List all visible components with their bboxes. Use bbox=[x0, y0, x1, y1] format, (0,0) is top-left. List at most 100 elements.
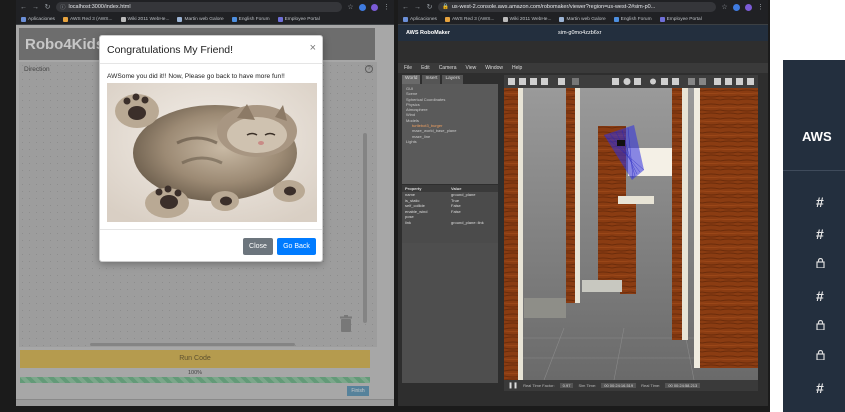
robomaker-page: AWS RoboMaker sim-g0mo4zzb6xr File Edit … bbox=[398, 25, 768, 406]
bookmark-aws[interactable]: AWS Red 3 (AWS... bbox=[444, 16, 495, 22]
bookmark-favicon-icon bbox=[613, 16, 619, 22]
mid-toolbar: ← → ↻ 🔒 us-west-2.console.aws.amazon.com… bbox=[398, 0, 768, 14]
profile-avatar[interactable] bbox=[745, 3, 752, 11]
menu-edit[interactable]: Edit bbox=[421, 65, 430, 71]
pause-icon[interactable]: ❚❚ bbox=[508, 382, 518, 389]
sphere-shape-icon bbox=[623, 78, 631, 85]
close-icon[interactable]: × bbox=[310, 42, 316, 54]
bookmark-employee[interactable]: Employee Portal bbox=[277, 16, 320, 22]
bookmark-favicon-icon bbox=[559, 16, 565, 22]
divider bbox=[783, 170, 845, 171]
close-button[interactable]: Close bbox=[243, 238, 273, 255]
forward-icon[interactable]: → bbox=[32, 4, 39, 11]
bookmark-favicon-icon bbox=[502, 16, 508, 22]
bookmark-wiki[interactable]: Wiki 2011 WebHe... bbox=[502, 16, 551, 22]
modal-header: Congratulations My Friend! × bbox=[100, 36, 322, 64]
back-icon[interactable]: ← bbox=[402, 4, 409, 11]
menu-view[interactable]: View bbox=[465, 65, 476, 71]
congrats-modal: Congratulations My Friend! × AWSome you … bbox=[99, 35, 323, 262]
extension-icon[interactable] bbox=[733, 3, 740, 11]
address-text: localhost:3000/index.html bbox=[68, 4, 131, 10]
gazebo-status-bar: ❚❚ Real Time Factor: 0.97 Sim Time: 00 0… bbox=[504, 380, 758, 391]
reload-icon[interactable]: ↻ bbox=[44, 4, 51, 11]
property-row[interactable]: link ground_plane::link bbox=[402, 220, 498, 226]
rtf-value: 0.97 bbox=[559, 383, 574, 388]
channel-hash-icon[interactable]: # bbox=[816, 194, 824, 210]
simulation-id: sim-g0mo4zzb6xr bbox=[558, 30, 602, 36]
menu-help[interactable]: Help bbox=[512, 65, 522, 71]
reload-icon[interactable]: ↻ bbox=[426, 4, 433, 11]
extension-icon[interactable] bbox=[359, 3, 366, 11]
gazebo-toolbar bbox=[504, 75, 758, 88]
kitten-image bbox=[107, 83, 317, 222]
bookmark-english[interactable]: English Forum bbox=[231, 16, 270, 22]
audio-icon bbox=[736, 78, 743, 85]
go-back-button[interactable]: Go Back bbox=[277, 238, 316, 255]
channel-hash-icon[interactable]: # bbox=[816, 380, 824, 396]
simulation-viewport[interactable] bbox=[504, 88, 758, 380]
address-text: us-west-2.console.aws.amazon.com/robomak… bbox=[451, 4, 656, 10]
channel-hash-icon[interactable]: # bbox=[816, 288, 824, 304]
tab-insert[interactable]: Insert bbox=[422, 75, 441, 84]
aws-workspace-title: AWS bbox=[802, 129, 832, 144]
bookmark-martin[interactable]: Martin web Galore bbox=[177, 16, 224, 22]
menu-icon[interactable]: ⋮ bbox=[383, 4, 390, 11]
robomaker-header: AWS RoboMaker sim-g0mo4zzb6xr bbox=[398, 25, 768, 41]
robomaker-brand: AWS RoboMaker bbox=[406, 30, 451, 36]
forward-icon[interactable]: → bbox=[414, 4, 421, 11]
bookmark-favicon-icon bbox=[277, 16, 283, 22]
bookmark-favicon-icon bbox=[659, 16, 665, 22]
bookmark-apps[interactable]: Aplicaciones bbox=[403, 16, 437, 22]
tab-world[interactable]: World bbox=[402, 75, 421, 84]
address-bar[interactable]: ⓘ localhost:3000/index.html bbox=[56, 2, 342, 12]
address-bar[interactable]: 🔒 us-west-2.console.aws.amazon.com/robom… bbox=[438, 2, 716, 12]
bookmark-aws[interactable]: AWS Red 3 (AWS... bbox=[62, 16, 113, 22]
bookmark-martin[interactable]: Martin web Galore bbox=[559, 16, 606, 22]
world-tree: GUI Scene Spherical Coordinates Physics … bbox=[402, 84, 498, 184]
star-icon[interactable]: ☆ bbox=[721, 4, 728, 11]
lock-icon[interactable] bbox=[816, 320, 825, 330]
profile-avatar[interactable] bbox=[371, 3, 378, 11]
channel-hash-icon[interactable]: # bbox=[816, 226, 824, 242]
bookmark-apps[interactable]: Aplicaciones bbox=[21, 16, 55, 22]
side-panel-empty bbox=[402, 243, 498, 383]
snap-icon bbox=[725, 78, 732, 85]
sim-time-value: 00 00:24:16.519 bbox=[601, 383, 637, 388]
redo-icon bbox=[572, 78, 579, 85]
real-time-value: 00 00:24:58.213 bbox=[665, 383, 701, 388]
tree-item[interactable]: Lights bbox=[406, 139, 494, 144]
point-light-icon bbox=[650, 78, 656, 85]
robot-model[interactable] bbox=[617, 140, 625, 146]
menu-camera[interactable]: Camera bbox=[439, 65, 457, 71]
bookmark-favicon-icon bbox=[62, 16, 68, 22]
lock-icon[interactable] bbox=[816, 350, 825, 360]
robo4kids-page: Robo4Kids Direction ? Run Code 100% Fini… bbox=[16, 25, 394, 406]
bookmark-english[interactable]: English Forum bbox=[613, 16, 652, 22]
paste-icon bbox=[699, 78, 706, 85]
lock-icon[interactable] bbox=[816, 258, 825, 268]
bookmark-employee[interactable]: Employee Portal bbox=[659, 16, 702, 22]
left-browser-window: ← → ↻ ⓘ localhost:3000/index.html ☆ ⋮ Ap… bbox=[16, 0, 394, 406]
robomaker-browser-window: ← → ↻ 🔒 us-west-2.console.aws.amazon.com… bbox=[398, 0, 768, 406]
modal-footer: Close Go Back bbox=[100, 229, 322, 261]
property-panel: Property Value name ground_plane is_stati… bbox=[402, 185, 498, 243]
back-icon[interactable]: ← bbox=[20, 4, 27, 11]
align-icon bbox=[714, 78, 721, 85]
sim-time-label: Sim Time: bbox=[578, 383, 597, 388]
bookmarks-bar: Aplicaciones AWS Red 3 (AWS... Wiki 2011… bbox=[398, 14, 768, 25]
bookmark-favicon-icon bbox=[177, 16, 183, 22]
tab-layers[interactable]: Layers bbox=[442, 75, 463, 84]
cylinder-shape-icon bbox=[634, 78, 641, 85]
apps-icon bbox=[403, 16, 408, 22]
bookmark-favicon-icon bbox=[231, 16, 237, 22]
menu-file[interactable]: File bbox=[404, 65, 412, 71]
property-header: Property Value bbox=[402, 185, 498, 192]
star-icon[interactable]: ☆ bbox=[347, 4, 354, 11]
rotate-tool-icon bbox=[530, 78, 537, 85]
menu-window[interactable]: Window bbox=[485, 65, 503, 71]
bookmark-wiki[interactable]: Wiki 2011 WebHe... bbox=[120, 16, 169, 22]
menu-icon[interactable]: ⋮ bbox=[757, 4, 764, 11]
undo-icon bbox=[558, 78, 565, 85]
aws-sidebar: AWS # # # # bbox=[783, 60, 845, 412]
left-toolbar: ← → ↻ ⓘ localhost:3000/index.html ☆ ⋮ bbox=[16, 0, 394, 14]
